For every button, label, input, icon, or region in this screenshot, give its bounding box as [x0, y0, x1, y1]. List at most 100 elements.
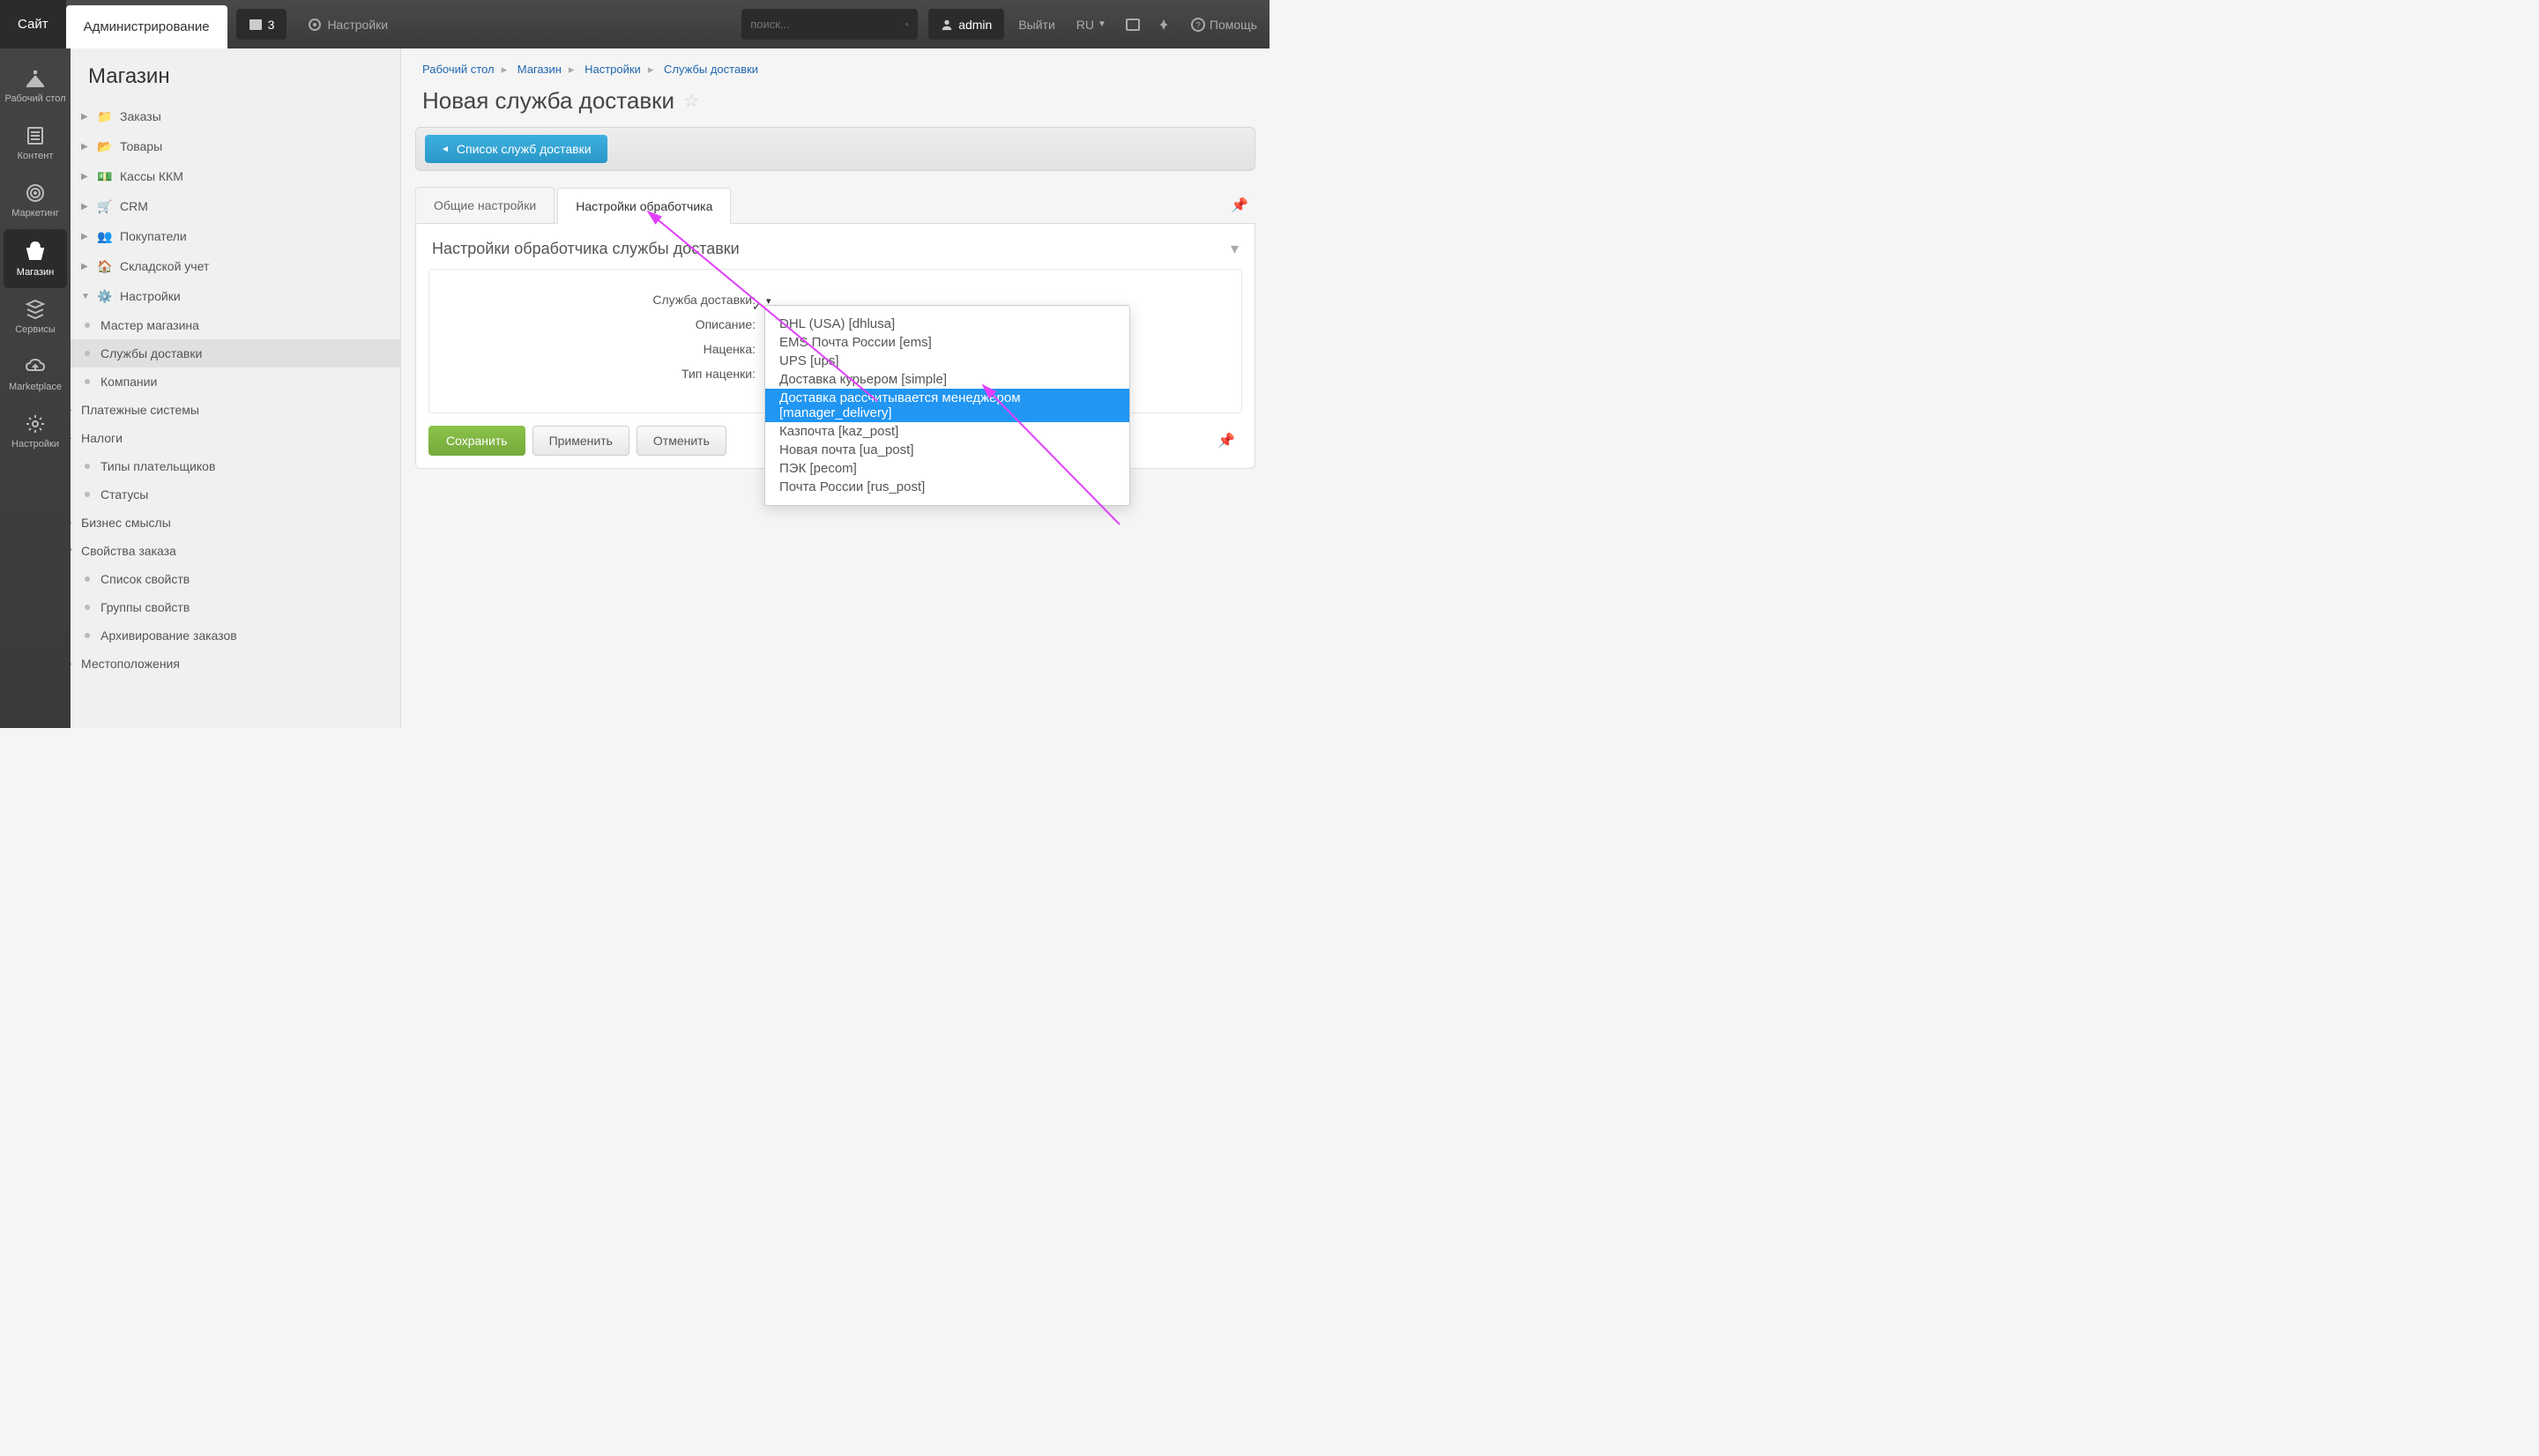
rail-label: Сервисы	[0, 324, 71, 335]
help-link[interactable]: ? Помощь	[1179, 0, 1270, 48]
pin-icon[interactable]: 📌	[1224, 197, 1255, 214]
site-tab[interactable]: Сайт	[0, 0, 66, 48]
sidebar-sub-payment[interactable]: ▶Платежные системы	[71, 396, 400, 424]
list-delivery-label: Список служб доставки	[457, 142, 592, 156]
search-input[interactable]	[750, 18, 905, 31]
admin-tab[interactable]: Администрирование	[66, 5, 227, 48]
sidebar-item-customers[interactable]: ▶👥Покупатели	[71, 221, 400, 251]
breadcrumb-item[interactable]: Магазин	[517, 63, 562, 76]
dropdown-option[interactable]: Почта России [rus_post]	[765, 478, 1129, 496]
sidebar-sub-locations[interactable]: ▶Местоположения	[71, 650, 400, 678]
notifications-badge[interactable]: 3	[236, 9, 287, 40]
site-tab-label: Сайт	[18, 17, 48, 32]
sidebar-sub-delivery[interactable]: Службы доставки	[71, 339, 400, 368]
sidebar-item-settings[interactable]: ▼⚙️Настройки	[71, 281, 400, 311]
favorite-star-icon[interactable]: ☆	[683, 90, 699, 112]
list-delivery-button[interactable]: Список служб доставки	[425, 135, 607, 163]
sidebar-sub-payerstypes[interactable]: Типы плательщиков	[71, 452, 400, 480]
chevron-down-icon: ▼	[1098, 19, 1106, 29]
label-description: Описание:	[429, 317, 764, 331]
breadcrumb-item[interactable]: Службы доставки	[664, 63, 758, 76]
home-icon: 🏠	[97, 258, 113, 274]
sidebar-item-products[interactable]: ▶📂Товары	[71, 131, 400, 161]
sidebar-sub-companies[interactable]: Компании	[71, 368, 400, 396]
bullet-icon	[85, 379, 90, 384]
rail-item-desktop[interactable]: Рабочий стол	[0, 57, 71, 115]
sidebar-item-orders[interactable]: ▶📁Заказы	[71, 101, 400, 131]
content-icon	[25, 125, 46, 146]
apply-button[interactable]: Применить	[532, 426, 629, 456]
save-button[interactable]: Сохранить	[428, 426, 525, 456]
bullet-icon	[85, 633, 90, 638]
rail-item-content[interactable]: Контент	[0, 115, 71, 172]
bullet-icon	[85, 464, 90, 469]
services-icon	[25, 299, 46, 320]
dropdown-option[interactable]: EMS Почта России [ems]	[765, 333, 1129, 352]
sidebar-sub-props[interactable]: ▼Свойства заказа	[71, 537, 400, 565]
arrow-icon: ▶	[71, 659, 74, 669]
header-settings-link[interactable]: Настройки	[295, 0, 400, 48]
cash-icon: 💵	[97, 168, 113, 184]
dropdown-option[interactable]: DHL (USA) [dhlusa]	[765, 315, 1129, 333]
tab-label: Общие настройки	[434, 198, 536, 212]
cancel-button[interactable]: Отменить	[637, 426, 726, 456]
menu-label: Товары	[120, 139, 162, 153]
breadcrumb-item[interactable]: Настройки	[584, 63, 641, 76]
menu-label: Налоги	[81, 431, 123, 445]
arrow-icon: ▶	[81, 262, 90, 271]
header-pin-icon[interactable]	[1149, 0, 1179, 48]
pin-icon	[1158, 19, 1170, 31]
tab-handler[interactable]: Настройки обработчика	[557, 188, 731, 224]
sidebar-sub-archive[interactable]: Архивирование заказов	[71, 621, 400, 650]
pin-icon[interactable]: 📌	[1210, 432, 1242, 449]
dropdown-option[interactable]: Казпочта [kaz_post]	[765, 422, 1129, 441]
collapse-icon[interactable]: ▾	[1231, 240, 1239, 258]
users-icon: 👥	[97, 228, 113, 244]
tabs-row: Общие настройки Настройки обработчика 📌	[415, 187, 1255, 224]
dropdown-option[interactable]: Новая почта [ua_post]	[765, 441, 1129, 459]
menu-label: CRM	[120, 199, 148, 213]
dropdown-option-selected[interactable]: Доставка рассчитывается менеджером [mana…	[765, 389, 1129, 422]
rail-item-shop[interactable]: Магазин	[4, 229, 67, 288]
sidebar-sub-biz[interactable]: ▶Бизнес смыслы	[71, 509, 400, 537]
rail-item-services[interactable]: Сервисы	[0, 288, 71, 345]
chevron-right-icon: ▸	[569, 63, 575, 76]
menu-label: Настройки	[120, 289, 181, 303]
rail-item-marketing[interactable]: Маркетинг	[0, 172, 71, 229]
rail-item-settings[interactable]: Настройки	[0, 403, 71, 460]
search-box[interactable]	[741, 9, 918, 40]
chevron-right-icon: ▸	[648, 63, 654, 76]
menu-label: Платежные системы	[81, 403, 199, 417]
sidebar-sub-wizard[interactable]: Мастер магазина	[71, 311, 400, 339]
breadcrumb-item[interactable]: Рабочий стол	[422, 63, 495, 76]
arrow-icon: ▶	[81, 112, 90, 122]
sidebar-item-crm[interactable]: ▶🛒CRM	[71, 191, 400, 221]
menu-label: Архивирование заказов	[101, 628, 237, 643]
menu-label: Покупатели	[120, 229, 187, 243]
marketing-icon	[25, 182, 46, 204]
crm-icon: 🛒	[97, 198, 113, 214]
sidebar-item-cash[interactable]: ▶💵Кассы ККМ	[71, 161, 400, 191]
logout-link[interactable]: Выйти	[1008, 0, 1065, 48]
service-select[interactable]: ▾ ✓ DHL (USA) [dhlusa] EMS Почта России …	[764, 293, 771, 307]
sidebar-title: Магазин	[71, 48, 400, 101]
sidebar-item-warehouse[interactable]: ▶🏠Складской учет	[71, 251, 400, 281]
dropdown-option[interactable]: ПЭК [pecom]	[765, 459, 1129, 478]
sidebar-sub-statuses[interactable]: Статусы	[71, 480, 400, 509]
sidebar-subsub-propgroups[interactable]: Группы свойств	[71, 593, 400, 621]
folder-icon: 📁	[97, 108, 113, 124]
dropdown-option[interactable]: UPS [ups]	[765, 352, 1129, 370]
dropdown-option[interactable]: Доставка курьером [simple]	[765, 370, 1129, 389]
user-button[interactable]: admin	[928, 9, 1004, 40]
lang-selector[interactable]: RU ▼	[1066, 0, 1117, 48]
page-title-text: Новая служба доставки	[422, 87, 674, 115]
sidebar-sub-taxes[interactable]: ▶Налоги	[71, 424, 400, 452]
main-content: Рабочий стол▸ Магазин▸ Настройки▸ Службы…	[401, 48, 1270, 728]
rail-label: Магазин	[4, 267, 67, 278]
menu-label: Компании	[101, 375, 157, 389]
tab-general[interactable]: Общие настройки	[415, 187, 555, 223]
sidebar-subsub-proplist[interactable]: Список свойств	[71, 565, 400, 593]
form-row-service: Служба доставки: ▾ ✓ DHL (USA) [dhlusa] …	[429, 287, 1241, 312]
header-panel-icon[interactable]	[1117, 0, 1149, 48]
rail-item-marketplace[interactable]: Marketplace	[0, 345, 71, 403]
